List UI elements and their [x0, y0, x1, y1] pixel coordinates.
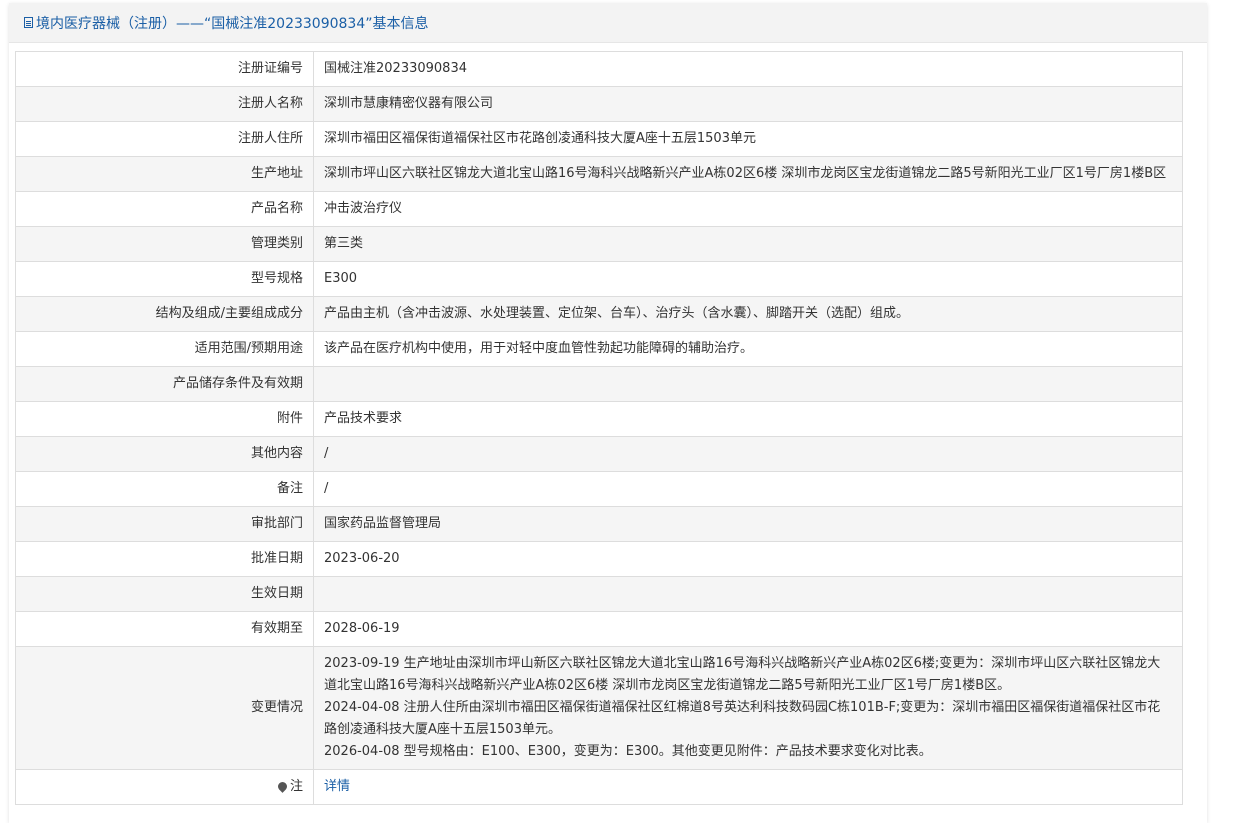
table-row-changes: 变更情况 2023-09-19 生产地址由深圳市坪山新区六联社区锦龙大道北宝山路…	[15, 646, 1183, 770]
row-value: 深圳市慧康精密仪器有限公司	[313, 86, 1183, 122]
row-label: 管理类别	[15, 226, 314, 262]
row-value: 2023-06-20	[313, 541, 1183, 577]
row-label: 附件	[15, 401, 314, 437]
table-row: 管理类别 第三类	[15, 226, 1183, 262]
table-row: 其他内容 /	[15, 436, 1183, 472]
row-label: 其他内容	[15, 436, 314, 472]
table-row: 附件 产品技术要求	[15, 401, 1183, 437]
note-label: 注	[289, 779, 303, 794]
note-value: 详情	[313, 769, 1183, 805]
row-label: 生效日期	[15, 576, 314, 612]
changes-value: 2023-09-19 生产地址由深圳市坪山新区六联社区锦龙大道北宝山路16号海科…	[313, 646, 1183, 770]
changes-label: 变更情况	[15, 646, 314, 770]
table-row: 结构及组成/主要组成成分 产品由主机（含冲击波源、水处理装置、定位架、台车）、治疗…	[15, 296, 1183, 332]
row-label: 备注	[15, 471, 314, 507]
table-row: 生产地址 深圳市坪山区六联社区锦龙大道北宝山路16号海科兴战略新兴产业A栋02区6…	[15, 156, 1183, 192]
table-row: 型号规格 E300	[15, 261, 1183, 297]
table-row: 有效期至 2028-06-19	[15, 611, 1183, 647]
row-label: 批准日期	[15, 541, 314, 577]
row-label: 型号规格	[15, 261, 314, 297]
row-value: 2028-06-19	[313, 611, 1183, 647]
change-entry: 2023-09-19 生产地址由深圳市坪山新区六联社区锦龙大道北宝山路16号海科…	[324, 656, 1161, 693]
row-value: 第三类	[313, 226, 1183, 262]
device-info-table: 注册证编号 国械注准20233090834 注册人名称 深圳市慧康精密仪器有限公司 …	[15, 51, 1183, 805]
row-label: 注册人住所	[15, 121, 314, 157]
row-value: 产品技术要求	[313, 401, 1183, 437]
row-label: 注册证编号	[15, 51, 314, 87]
table-row: 产品名称 冲击波治疗仪	[15, 191, 1183, 227]
row-label: 生产地址	[15, 156, 314, 192]
row-label: 有效期至	[15, 611, 314, 647]
change-entry: 2024-04-08 注册人住所由深圳市福田区福保街道福保社区红棉道8号英达利科…	[324, 700, 1161, 737]
note-label-cell: 注	[15, 769, 314, 805]
table-row: 备注 /	[15, 471, 1183, 507]
row-value	[313, 576, 1183, 612]
page-title: 境内医疗器械（注册）——“国械注准20233090834”基本信息	[36, 15, 429, 32]
table-row: 注册人住所 深圳市福田区福保街道福保社区市花路创凌通科技大厦A座十五层1503单元	[15, 121, 1183, 157]
row-value: 深圳市坪山区六联社区锦龙大道北宝山路16号海科兴战略新兴产业A栋02区6楼 深圳…	[313, 156, 1183, 192]
row-label: 结构及组成/主要组成成分	[15, 296, 314, 332]
panel-header: 境内医疗器械（注册）——“国械注准20233090834”基本信息	[9, 3, 1207, 43]
row-value: 该产品在医疗机构中使用，用于对轻中度血管性勃起功能障碍的辅助治疗。	[313, 331, 1183, 367]
table-row: 批准日期 2023-06-20	[15, 541, 1183, 577]
row-label: 产品名称	[15, 191, 314, 227]
row-value: 国械注准20233090834	[313, 51, 1183, 87]
table-row: 注册证编号 国械注准20233090834	[15, 51, 1183, 87]
row-value	[313, 366, 1183, 402]
row-value: /	[313, 471, 1183, 507]
row-value: 冲击波治疗仪	[313, 191, 1183, 227]
table-row: 产品储存条件及有效期	[15, 366, 1183, 402]
table-row: 生效日期	[15, 576, 1183, 612]
row-label: 注册人名称	[15, 86, 314, 122]
table-row: 适用范围/预期用途 该产品在医疗机构中使用，用于对轻中度血管性勃起功能障碍的辅助治…	[15, 331, 1183, 367]
change-entry: 2026-04-08 型号规格由：E100、E300，变更为：E300。其他变更…	[324, 744, 932, 759]
document-icon	[24, 17, 33, 28]
row-value: 产品由主机（含冲击波源、水处理装置、定位架、台车）、治疗头（含水囊）、脚踏开关（…	[313, 296, 1183, 332]
row-label: 审批部门	[15, 506, 314, 542]
row-value: 深圳市福田区福保街道福保社区市花路创凌通科技大厦A座十五层1503单元	[313, 121, 1183, 157]
row-value: E300	[313, 261, 1183, 297]
row-value: 国家药品监督管理局	[313, 506, 1183, 542]
table-row-note: 注 详情	[15, 769, 1183, 805]
table-row: 审批部门 国家药品监督管理局	[15, 506, 1183, 542]
row-value: /	[313, 436, 1183, 472]
details-link[interactable]: 详情	[324, 779, 350, 794]
row-label: 适用范围/预期用途	[15, 331, 314, 367]
row-label: 产品储存条件及有效期	[15, 366, 314, 402]
pin-icon	[276, 780, 289, 793]
table-row: 注册人名称 深圳市慧康精密仪器有限公司	[15, 86, 1183, 122]
